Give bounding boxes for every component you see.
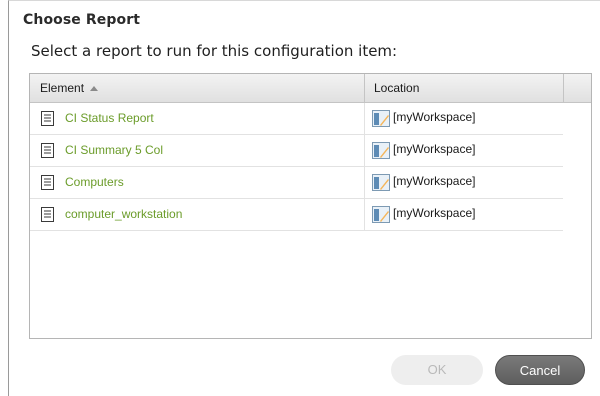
element-cell: computer_workstation [30, 199, 365, 230]
report-link[interactable]: CI Summary 5 Col [65, 143, 163, 157]
dialog-title: Choose Report [23, 12, 140, 28]
workspace-icon [372, 174, 390, 191]
location-cell: [myWorkspace] [366, 167, 563, 198]
element-cell: CI Status Report [30, 103, 365, 134]
report-link[interactable]: CI Status Report [65, 111, 154, 125]
location-cell: [myWorkspace] [366, 103, 563, 134]
location-text: [myWorkspace] [393, 174, 476, 188]
location-cell: [myWorkspace] [366, 199, 563, 230]
workspace-icon [372, 110, 390, 127]
location-text: [myWorkspace] [393, 110, 476, 124]
document-icon [41, 207, 54, 222]
table-row[interactable]: Computers [myWorkspace] [30, 167, 563, 199]
document-icon [41, 143, 54, 158]
report-link[interactable]: computer_workstation [65, 207, 182, 221]
document-icon [41, 111, 54, 126]
column-header-filler [563, 74, 591, 102]
cancel-button[interactable]: Cancel [495, 355, 585, 385]
table-header: Element Location [30, 74, 591, 103]
document-icon [41, 175, 54, 190]
ok-button[interactable]: OK [391, 355, 483, 385]
column-header-location-label: Location [374, 81, 420, 95]
column-header-element[interactable]: Element [30, 74, 365, 102]
location-text: [myWorkspace] [393, 206, 476, 220]
table-row[interactable]: computer_workstation [myWorkspace] [30, 199, 563, 231]
column-header-location[interactable]: Location [366, 74, 563, 102]
location-text: [myWorkspace] [393, 142, 476, 156]
column-header-element-label: Element [40, 81, 85, 95]
table-row[interactable]: CI Summary 5 Col [myWorkspace] [30, 135, 563, 167]
choose-report-dialog: Choose Report Select a report to run for… [8, 0, 600, 396]
sort-ascending-icon [90, 86, 99, 91]
table-row[interactable]: CI Status Report [myWorkspace] [30, 103, 563, 135]
dialog-prompt: Select a report to run for this configur… [31, 42, 398, 60]
element-cell: CI Summary 5 Col [30, 135, 365, 166]
workspace-icon [372, 206, 390, 223]
workspace-icon [372, 142, 390, 159]
report-link[interactable]: Computers [65, 175, 124, 189]
location-cell: [myWorkspace] [366, 135, 563, 166]
report-table: Element Location CI Status Report [myWor… [29, 73, 592, 339]
element-cell: Computers [30, 167, 365, 198]
